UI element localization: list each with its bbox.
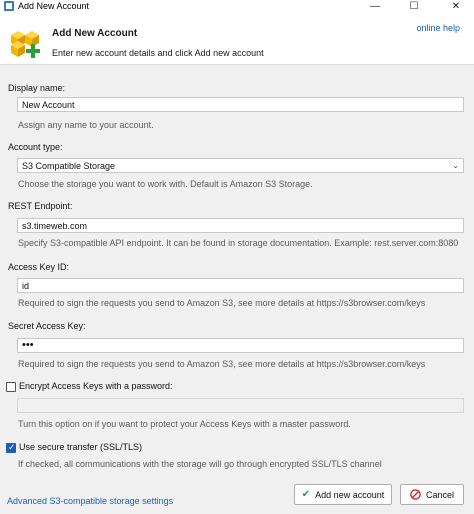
account-type-value: S3 Compatible Storage	[22, 161, 116, 171]
rest-endpoint-input[interactable]: s3.timeweb.com	[17, 218, 464, 233]
chevron-down-icon[interactable]: ⌄	[452, 160, 459, 172]
encrypt-keys-checkbox[interactable]	[6, 382, 16, 392]
minimize-button[interactable]: —	[361, 0, 389, 13]
cubes-add-icon	[11, 31, 40, 58]
header-subtitle: Enter new account details and click Add …	[52, 48, 264, 58]
secret-access-key-input[interactable]: •••	[17, 338, 464, 353]
secure-transfer-checkbox[interactable]: ✓	[6, 442, 16, 453]
title-bar: Add New Account — ☐ ✕	[0, 0, 474, 13]
checkmark-icon: ✔	[301, 488, 311, 500]
close-button[interactable]: ✕	[442, 0, 470, 13]
dialog-header: Add New Account Enter new account detail…	[0, 13, 474, 65]
encrypt-password-input[interactable]	[17, 398, 464, 413]
encrypt-keys-label: Encrypt Access Keys with a password:	[19, 381, 173, 391]
checkmark-icon: ✓	[8, 442, 16, 452]
add-new-account-label: Add new account	[315, 489, 385, 500]
access-key-id-input[interactable]: id	[17, 278, 464, 293]
display-name-label: Display name:	[8, 83, 66, 93]
cancel-label: Cancel	[425, 489, 454, 500]
header-title: Add New Account	[52, 28, 138, 39]
rest-endpoint-hint: Specify S3-compatible API endpoint. It c…	[18, 238, 459, 248]
secure-transfer-label: Use secure transfer (SSL/TLS)	[19, 442, 143, 452]
app-icon	[4, 1, 14, 11]
display-name-input[interactable]: New Account	[17, 97, 464, 112]
account-type-label: Account type:	[8, 142, 63, 152]
encrypt-keys-hint: Turn this option on if you want to prote…	[18, 419, 351, 429]
secure-transfer-hint: If checked, all communications with the …	[18, 459, 382, 469]
display-name-hint: Assign any name to your account.	[18, 120, 154, 130]
online-help-link[interactable]: online help	[416, 23, 460, 33]
secret-access-key-label: Secret Access Key:	[8, 321, 86, 331]
add-new-account-button[interactable]: ✔ Add new account	[294, 484, 392, 505]
window-title: Add New Account	[18, 1, 90, 11]
maximize-button[interactable]: ☐	[400, 0, 428, 13]
account-type-select[interactable]: S3 Compatible Storage ⌄	[17, 158, 464, 173]
access-key-id-hint: Required to sign the requests you send t…	[18, 298, 426, 308]
account-type-hint: Choose the storage you want to work with…	[18, 179, 313, 189]
cancel-button[interactable]: Cancel	[400, 484, 464, 505]
cancel-icon	[410, 489, 421, 500]
secret-access-key-hint: Required to sign the requests you send t…	[18, 359, 426, 369]
rest-endpoint-label: REST Endpoint:	[8, 201, 73, 211]
advanced-settings-link[interactable]: Advanced S3-compatible storage settings	[7, 496, 173, 506]
access-key-id-label: Access Key ID:	[8, 262, 70, 272]
